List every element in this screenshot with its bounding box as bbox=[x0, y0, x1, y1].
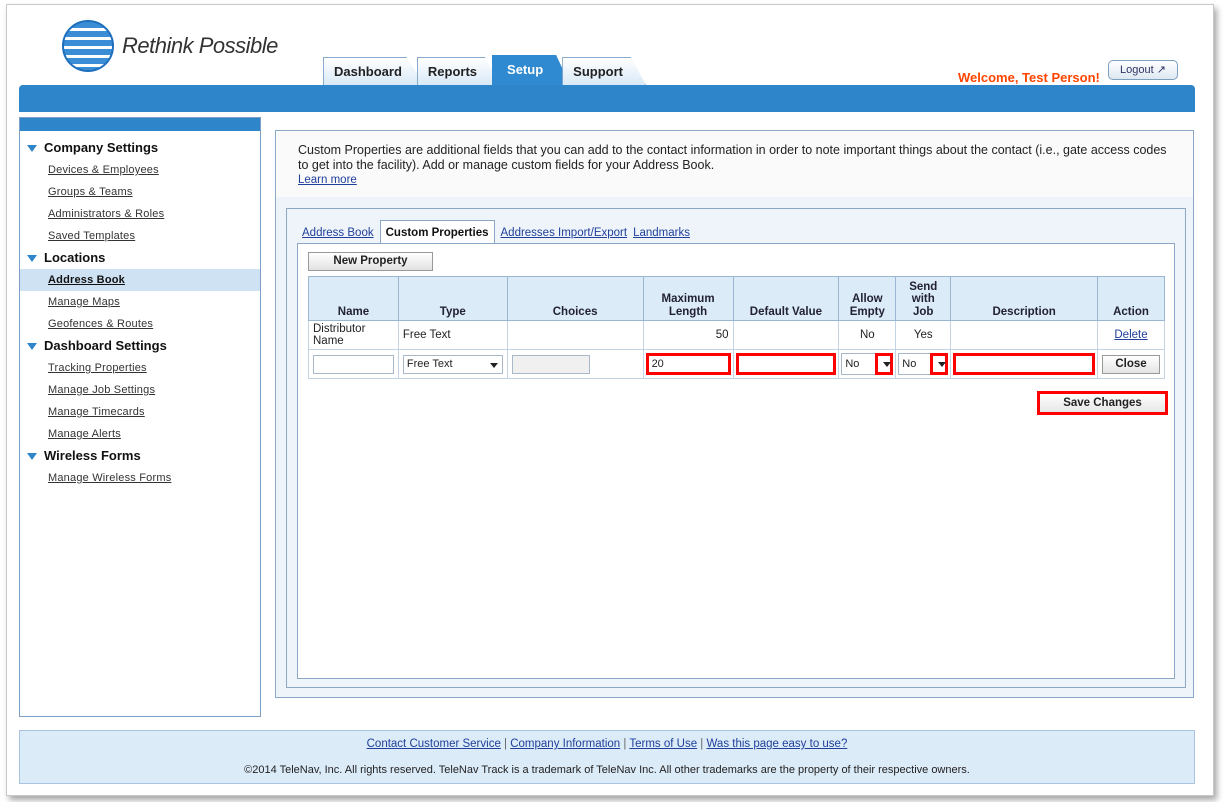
col-header-choices: Choices bbox=[506, 276, 644, 321]
allow-empty-dropdown-icon[interactable] bbox=[875, 353, 894, 375]
logout-arrow-icon: ↗ bbox=[1156, 64, 1166, 76]
feedback-link[interactable]: Was this page easy to use? bbox=[707, 738, 848, 750]
main-content: Custom Properties are additional fields … bbox=[275, 130, 1194, 698]
company-information-link[interactable]: Company Information bbox=[510, 738, 620, 750]
tab-setup[interactable]: Setup bbox=[492, 55, 571, 85]
att-globe-icon bbox=[62, 20, 114, 72]
default-value-input[interactable] bbox=[735, 353, 837, 375]
cell-type: Free Text bbox=[397, 320, 508, 350]
sidebar-item-manage-timecards[interactable]: Manage Timecards bbox=[20, 401, 260, 423]
send-with-job-dropdown-icon[interactable] bbox=[930, 353, 949, 375]
sidebar-item-administrators-roles[interactable]: Administrators & Roles bbox=[20, 203, 260, 225]
logo-text: Rethink Possible bbox=[122, 33, 278, 58]
intro-box: Custom Properties are additional fields … bbox=[276, 131, 1193, 197]
edit-cell-allow-empty: No bbox=[838, 349, 897, 379]
col-header-default-value: Default Value bbox=[732, 276, 840, 321]
col-header-name: Name bbox=[308, 276, 399, 321]
footer: Contact Customer Service | Company Infor… bbox=[19, 730, 1195, 784]
edit-cell-choices bbox=[506, 349, 644, 379]
sidebar: Company Settings Devices & Employees Gro… bbox=[19, 117, 261, 717]
col-header-max-length: Maximum Length bbox=[642, 276, 734, 321]
new-property-button[interactable]: New Property bbox=[308, 252, 433, 271]
subtabs: Address Book Custom Properties Addresses… bbox=[302, 217, 696, 246]
sidebar-section-company-settings[interactable]: Company Settings bbox=[20, 137, 260, 159]
sidebar-item-address-book[interactable]: Address Book bbox=[20, 269, 260, 291]
tab-reports[interactable]: Reports bbox=[416, 57, 501, 85]
footer-links: Contact Customer Service | Company Infor… bbox=[366, 738, 848, 750]
cell-name: Distributor Name bbox=[308, 320, 399, 350]
table-header-row: Name Type Choices Maximum Length Default… bbox=[308, 276, 1165, 321]
cell-send-with-job: Yes bbox=[895, 320, 952, 350]
cell-description bbox=[950, 320, 1099, 350]
main-tabs: Dashboard Reports Setup Support bbox=[323, 55, 646, 85]
welcome-text: Welcome, Test Person! bbox=[958, 70, 1100, 85]
edit-cell-default-value bbox=[732, 349, 840, 379]
type-select-value: Free Text bbox=[406, 357, 453, 370]
sidebar-item-groups-teams[interactable]: Groups & Teams bbox=[20, 181, 260, 203]
sidebar-section-locations[interactable]: Locations bbox=[20, 247, 260, 269]
sidebar-item-devices-employees[interactable]: Devices & Employees bbox=[20, 159, 260, 181]
sidebar-item-saved-templates[interactable]: Saved Templates bbox=[20, 225, 260, 247]
header-bar bbox=[19, 85, 1195, 112]
logo: Rethink Possible bbox=[62, 20, 278, 72]
cell-max-length: 50 bbox=[642, 320, 734, 350]
edit-row: Free Text 20 No No Close bbox=[308, 349, 1165, 379]
logout-label: Logout bbox=[1120, 64, 1154, 76]
tab-panel: Address Book Custom Properties Addresses… bbox=[286, 208, 1186, 688]
close-button[interactable]: Close bbox=[1102, 354, 1160, 374]
sidebar-section-wireless-forms[interactable]: Wireless Forms bbox=[20, 445, 260, 467]
custom-properties-pane: New Property Name Type Choices Maximum L… bbox=[297, 243, 1175, 679]
delete-link[interactable]: Delete bbox=[1114, 329, 1147, 341]
col-header-description: Description bbox=[950, 276, 1099, 321]
description-input[interactable] bbox=[953, 353, 1096, 375]
cell-allow-empty: No bbox=[838, 320, 897, 350]
learn-more-link[interactable]: Learn more bbox=[298, 173, 1171, 188]
contact-customer-service-link[interactable]: Contact Customer Service bbox=[367, 738, 501, 750]
sidebar-item-manage-job-settings[interactable]: Manage Job Settings bbox=[20, 379, 260, 401]
intro-text: Custom Properties are additional fields … bbox=[298, 143, 1167, 172]
col-header-type: Type bbox=[397, 276, 508, 321]
name-input[interactable] bbox=[313, 354, 394, 374]
tab-support[interactable]: Support bbox=[562, 57, 646, 85]
terms-of-use-link[interactable]: Terms of Use bbox=[629, 738, 697, 750]
allow-empty-value: No bbox=[845, 358, 860, 370]
save-changes-button[interactable]: Save Changes bbox=[1037, 391, 1168, 415]
logout-button[interactable]: Logout ↗ bbox=[1108, 60, 1178, 80]
cell-default-value bbox=[732, 320, 840, 350]
sidebar-item-tracking-properties[interactable]: Tracking Properties bbox=[20, 357, 260, 379]
copyright-text: ©2014 TeleNav, Inc. All rights reserved.… bbox=[244, 764, 970, 776]
tab-dashboard[interactable]: Dashboard bbox=[323, 57, 425, 85]
properties-table: Name Type Choices Maximum Length Default… bbox=[308, 276, 1165, 379]
sidebar-item-geofences-routes[interactable]: Geofences & Routes bbox=[20, 313, 260, 335]
edit-cell-max-length: 20 bbox=[642, 349, 734, 379]
table-row: Distributor Name Free Text 50 No Yes Del… bbox=[308, 320, 1165, 350]
sidebar-item-manage-alerts[interactable]: Manage Alerts bbox=[20, 423, 260, 445]
sidebar-item-manage-maps[interactable]: Manage Maps bbox=[20, 291, 260, 313]
choices-input[interactable] bbox=[511, 354, 590, 374]
cell-action: Delete bbox=[1097, 320, 1165, 350]
type-select[interactable]: Free Text bbox=[402, 354, 503, 374]
allow-empty-select[interactable]: No bbox=[841, 353, 894, 375]
edit-cell-type: Free Text bbox=[397, 349, 508, 379]
edit-cell-description bbox=[950, 349, 1099, 379]
sidebar-item-manage-wireless-forms[interactable]: Manage Wireless Forms bbox=[20, 467, 260, 489]
sidebar-header bbox=[20, 118, 260, 131]
sidebar-section-dashboard-settings[interactable]: Dashboard Settings bbox=[20, 335, 260, 357]
col-header-send-with-job: Send with Job bbox=[895, 276, 952, 321]
send-with-job-value: No bbox=[902, 358, 917, 370]
max-length-input[interactable]: 20 bbox=[645, 353, 731, 375]
edit-cell-name bbox=[308, 349, 399, 379]
edit-cell-action: Close bbox=[1097, 349, 1165, 379]
cell-choices bbox=[506, 320, 644, 350]
col-header-allow-empty: Allow Empty bbox=[838, 276, 897, 321]
edit-cell-send-with-job: No bbox=[895, 349, 952, 379]
send-with-job-select[interactable]: No bbox=[898, 353, 949, 375]
col-header-action: Action bbox=[1097, 276, 1165, 321]
chevron-down-icon bbox=[489, 362, 498, 368]
